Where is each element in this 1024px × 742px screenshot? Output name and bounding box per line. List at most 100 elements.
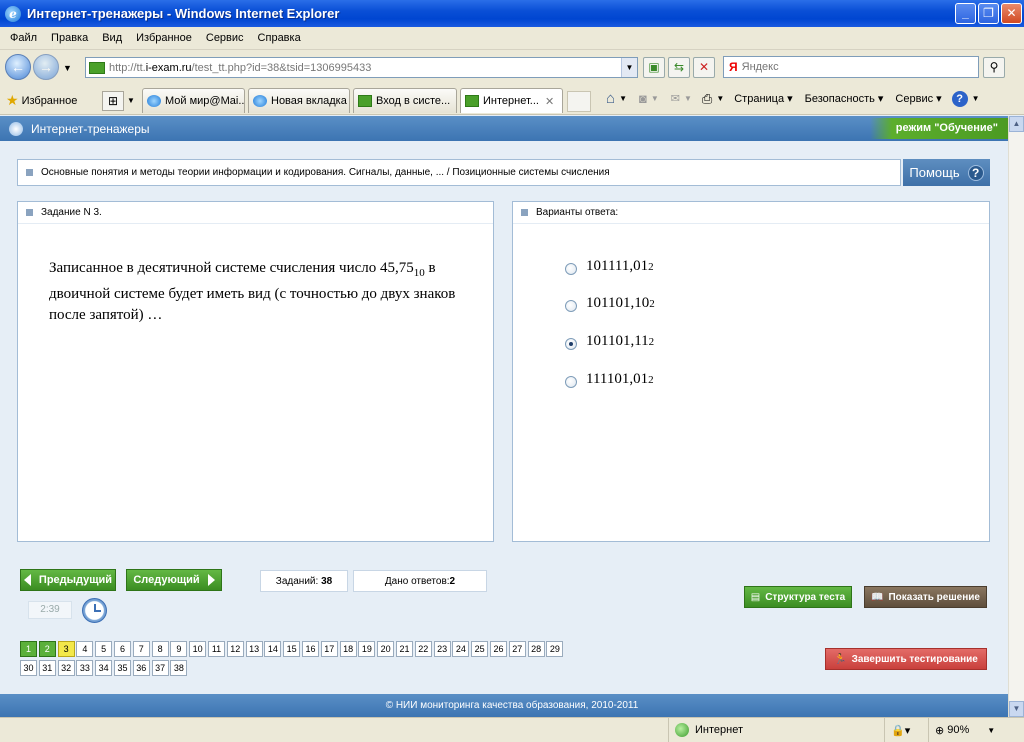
tab-new-tab[interactable]: Новая вкладка [248,88,350,113]
task-number-button[interactable]: 7 [132,641,150,657]
menu-view[interactable]: Вид [102,32,122,44]
radio-button[interactable] [565,299,577,312]
next-button[interactable]: Следующий [126,569,222,591]
scroll-down-icon[interactable]: ▼ [1009,701,1024,717]
help-icon[interactable]: ? [951,90,968,107]
menu-tools[interactable]: Сервис [206,32,244,44]
task-number-button[interactable]: 1 [20,641,37,657]
read-mail-icon[interactable]: ✉ [671,92,680,105]
task-number-button[interactable]: 35 [114,660,131,676]
task-number-button[interactable]: 38 [170,660,188,676]
search-field[interactable]: Я [723,56,979,78]
home-dropdown-icon[interactable]: ▼ [619,94,627,103]
task-number-button[interactable]: 31 [38,660,56,676]
task-number-button[interactable]: 9 [170,641,188,657]
show-solution-button[interactable]: 📖 Показать решение [864,586,987,608]
task-number-button[interactable]: 25 [471,641,489,657]
forward-button[interactable]: → [33,54,59,80]
answer-option-1[interactable]: 101111,01 2 [565,258,654,275]
task-number-button[interactable]: 27 [508,641,526,657]
answer-option-2[interactable]: 101101,10 2 [565,295,655,312]
print-icon[interactable]: ⎙ [702,91,712,107]
help-button[interactable]: Помощь ? [903,159,990,186]
close-tab-icon[interactable]: ✕ [545,95,554,108]
task-number-button[interactable]: 2 [38,641,56,657]
task-number-button[interactable]: 5 [95,641,113,657]
task-number-button[interactable]: 34 [95,660,113,676]
task-number-button[interactable]: 22 [414,641,432,657]
task-number-button[interactable]: 12 [226,641,244,657]
tab-my-world[interactable]: Мой мир@Mai... [142,88,245,113]
tab-login[interactable]: Вход в систе... [353,88,457,113]
task-number-button[interactable]: 3 [57,641,75,657]
feeds-icon[interactable]: ◙ [639,91,647,106]
mail-dropdown-icon[interactable]: ▼ [684,94,692,103]
task-number-button[interactable]: 21 [396,641,413,657]
task-number-button[interactable]: 36 [132,660,150,676]
menu-help[interactable]: Справка [258,32,301,44]
task-number-button[interactable]: 14 [264,641,282,657]
protected-mode-icon[interactable]: 🔒▾ [884,718,928,742]
history-dropdown-icon[interactable]: ▼ [63,63,72,73]
minimize-button[interactable]: _ [955,3,976,24]
task-number-button[interactable]: 17 [320,641,338,657]
scroll-up-icon[interactable]: ▲ [1009,116,1024,132]
task-number-button[interactable]: 13 [245,641,263,657]
new-tab-button[interactable] [567,91,591,112]
address-url[interactable]: http://tt.i-exam.ru/test_tt.php?id=38&ts… [109,62,371,74]
radio-button[interactable] [565,375,577,388]
feeds-dropdown-icon[interactable]: ▼ [651,94,659,103]
task-number-button[interactable]: 19 [358,641,376,657]
address-dropdown-icon[interactable]: ▼ [621,58,637,77]
task-number-button[interactable]: 4 [76,641,94,657]
menu-favorites[interactable]: Избранное [136,32,192,44]
test-structure-button[interactable]: ▤ Структура теста [744,586,852,608]
answer-option-4[interactable]: 111101,01 2 [565,371,654,388]
task-number-button[interactable]: 24 [452,641,470,657]
answer-option-3[interactable]: 101101,11 2 [565,333,654,350]
tab-list-dropdown-icon[interactable]: ▼ [127,96,135,105]
task-number-button[interactable]: 6 [114,641,131,657]
print-dropdown-icon[interactable]: ▼ [716,94,724,103]
maximize-button[interactable]: ❐ [978,3,999,24]
back-button[interactable]: ← [5,54,31,80]
task-number-button[interactable]: 8 [151,641,169,657]
address-field[interactable]: http://tt.i-exam.ru/test_tt.php?id=38&ts… [85,57,638,78]
task-number-button[interactable]: 26 [490,641,507,657]
menu-edit[interactable]: Правка [51,32,88,44]
task-number-button[interactable]: 30 [20,660,37,676]
zoom-dropdown-icon[interactable]: ▼ [987,726,995,735]
task-number-button[interactable]: 33 [76,660,94,676]
home-icon[interactable]: ⌂ [606,90,615,107]
task-number-button[interactable]: 29 [546,641,564,657]
task-number-button[interactable]: 16 [302,641,319,657]
compatibility-view-icon[interactable]: ▣ [643,57,665,78]
previous-button[interactable]: Предыдущий [20,569,116,591]
task-number-button[interactable]: 18 [339,641,357,657]
favorites-button[interactable]: ★ Избранное [6,92,77,109]
finish-test-button[interactable]: 🏃 Завершить тестирование [825,648,987,670]
help-dropdown-icon[interactable]: ▼ [972,94,980,103]
refresh-icon[interactable]: ⇆ [668,57,690,78]
menu-file[interactable]: Файл [10,32,37,44]
task-number-button[interactable]: 10 [189,641,207,657]
task-number-button[interactable]: 37 [151,660,169,676]
quick-tabs-icon[interactable]: ⊞ [102,91,124,111]
search-icon[interactable]: ⚲ [983,57,1005,78]
tab-internet-trainers[interactable]: Интернет... ✕ [460,88,563,113]
task-number-button[interactable]: 23 [433,641,451,657]
zoom-control[interactable]: ⊕ 90% ▼ [928,718,1008,742]
stop-icon[interactable]: ✕ [693,57,715,78]
safety-menu[interactable]: Безопасность ▾ [805,92,884,105]
page-menu[interactable]: Страница ▾ [734,92,792,105]
task-number-button[interactable]: 32 [57,660,75,676]
close-button[interactable]: ✕ [1001,3,1022,24]
task-number-button[interactable]: 20 [377,641,395,657]
radio-button[interactable] [565,262,577,275]
task-number-button[interactable]: 15 [283,641,301,657]
task-number-button[interactable]: 11 [208,641,225,657]
tools-menu[interactable]: Сервис ▾ [895,92,941,105]
task-number-button[interactable]: 28 [527,641,545,657]
radio-button-selected[interactable] [565,337,577,350]
vertical-scrollbar[interactable]: ▲ ▼ [1008,116,1024,717]
